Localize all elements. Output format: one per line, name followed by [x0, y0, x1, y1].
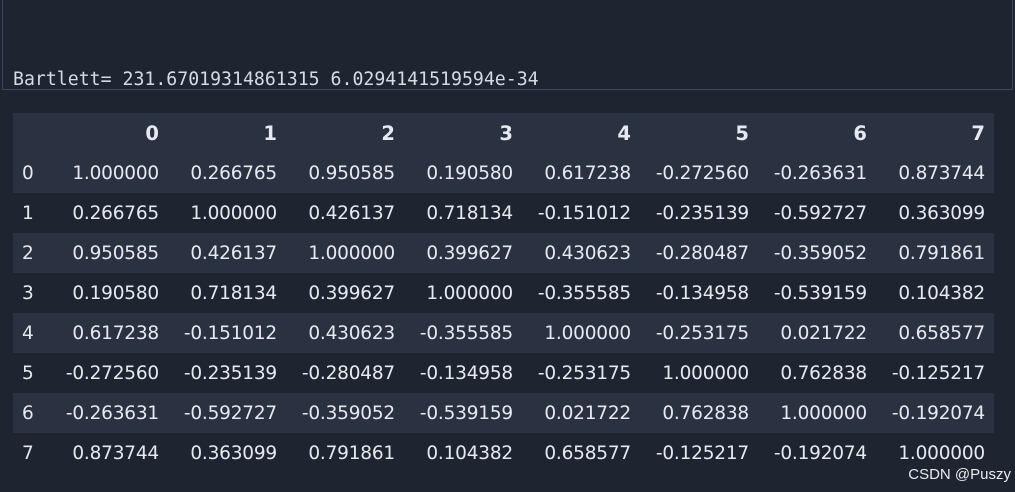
table-cell: 0.190580: [426, 162, 513, 184]
table-cell: 0.658577: [544, 442, 631, 464]
table-cell: 0.021722: [544, 402, 631, 424]
row-index: 4: [22, 322, 34, 344]
table-cell: 0.617238: [72, 322, 159, 344]
table-cell: 0.791861: [308, 442, 395, 464]
column-header: 4: [522, 113, 640, 153]
table-row: 6 -0.263631 -0.592727 -0.359052 -0.53915…: [13, 393, 994, 433]
column-header: 0: [50, 113, 168, 153]
table-cell: 0.426137: [190, 242, 277, 264]
table-cell: -0.192074: [891, 402, 985, 424]
bartlett-output-line: Bartlett= 231.67019314861315 6.029414151…: [13, 69, 539, 90]
table-cell: 1.000000: [780, 402, 867, 424]
table-cell: 0.399627: [426, 242, 513, 264]
row-index: 5: [22, 362, 34, 384]
table-cell: -0.359052: [773, 242, 867, 264]
table-row: 2 0.950585 0.426137 1.000000 0.399627 0.…: [13, 233, 994, 273]
table-cell: -0.125217: [891, 362, 985, 384]
table-cell: -0.539159: [419, 402, 513, 424]
table-cell: -0.272560: [655, 162, 749, 184]
console-output: Bartlett= 231.67019314861315 6.029414151…: [2, 0, 1013, 270]
table-cell: -0.134958: [655, 282, 749, 304]
row-index: 6: [22, 402, 34, 424]
table-cell: 1.000000: [72, 162, 159, 184]
table-cell: 0.399627: [308, 282, 395, 304]
table-row: 3 0.190580 0.718134 0.399627 1.000000 -0…: [13, 273, 994, 313]
table-cell: -0.192074: [773, 442, 867, 464]
table-cell: 0.718134: [190, 282, 277, 304]
table-cell: 0.873744: [898, 162, 985, 184]
table-cell: 1.000000: [544, 322, 631, 344]
column-header: 6: [758, 113, 876, 153]
table-cell: 0.426137: [308, 202, 395, 224]
row-index: 0: [22, 162, 34, 184]
row-index: 3: [22, 282, 34, 304]
table-cell: 0.762838: [662, 402, 749, 424]
table-cell: -0.253175: [537, 362, 631, 384]
table-cell: 0.658577: [898, 322, 985, 344]
table-cell: -0.235139: [183, 362, 277, 384]
table-cell: -0.592727: [183, 402, 277, 424]
table-cell: 1.000000: [190, 202, 277, 224]
table-cell: 0.430623: [308, 322, 395, 344]
row-index: 2: [22, 242, 34, 264]
table-cell: 0.104382: [426, 442, 513, 464]
table-cell: -0.272560: [65, 362, 159, 384]
table-cell: -0.263631: [65, 402, 159, 424]
table-cell: -0.253175: [655, 322, 749, 344]
table-row: 5 -0.272560 -0.235139 -0.280487 -0.13495…: [13, 353, 994, 393]
table-cell: -0.592727: [773, 202, 867, 224]
table-cell: -0.263631: [773, 162, 867, 184]
table-cell: -0.151012: [183, 322, 277, 344]
table-cell: 0.873744: [72, 442, 159, 464]
table-row: 7 0.873744 0.363099 0.791861 0.104382 0.…: [13, 433, 994, 473]
table-cell: -0.235139: [655, 202, 749, 224]
table-cell: -0.280487: [301, 362, 395, 384]
column-header: 1: [168, 113, 286, 153]
table-cell: -0.134958: [419, 362, 513, 384]
table-cell: -0.355585: [419, 322, 513, 344]
column-header: 3: [404, 113, 522, 153]
table-cell: 0.266765: [72, 202, 159, 224]
table-cell: 0.363099: [898, 202, 985, 224]
row-index: 1: [22, 202, 34, 224]
column-header: 5: [640, 113, 758, 153]
table-cell: 0.190580: [72, 282, 159, 304]
table-cell: -0.151012: [537, 202, 631, 224]
table-cell: 0.950585: [72, 242, 159, 264]
table-cell: 0.762838: [780, 362, 867, 384]
table-header-row: 0 1 2 3 4 5 6 7: [13, 113, 994, 153]
table-cell: -0.355585: [537, 282, 631, 304]
watermark: CSDN @Puszy: [908, 466, 1011, 483]
table-cell: -0.539159: [773, 282, 867, 304]
table-cell: 1.000000: [426, 282, 513, 304]
table-cell: 0.363099: [190, 442, 277, 464]
table-cell: -0.280487: [655, 242, 749, 264]
table-cell: 0.430623: [544, 242, 631, 264]
table-cell: 0.791861: [898, 242, 985, 264]
table-cell: 0.104382: [898, 282, 985, 304]
table-row: 0 1.000000 0.266765 0.950585 0.190580 0.…: [13, 153, 994, 193]
table-corner-cell: [13, 113, 50, 153]
table-cell: 0.718134: [426, 202, 513, 224]
table-cell: 0.950585: [308, 162, 395, 184]
table-cell: 0.617238: [544, 162, 631, 184]
column-header: 7: [876, 113, 994, 153]
column-header: 2: [286, 113, 404, 153]
table-cell: 0.021722: [780, 322, 867, 344]
table-row: 4 0.617238 -0.151012 0.430623 -0.355585 …: [13, 313, 994, 353]
row-index: 7: [22, 442, 34, 464]
table-cell: -0.359052: [301, 402, 395, 424]
table-row: 1 0.266765 1.000000 0.426137 0.718134 -0…: [13, 193, 994, 233]
table-cell: 0.266765: [190, 162, 277, 184]
table-cell: 1.000000: [662, 362, 749, 384]
correlation-table: 0 1 2 3 4 5 6 7 0 1.000000 0.266765 0.95…: [13, 113, 994, 473]
table-cell: -0.125217: [655, 442, 749, 464]
dataframe-output: 0 1 2 3 4 5 6 7 0 1.000000 0.266765 0.95…: [13, 113, 994, 473]
table-cell: 1.000000: [308, 242, 395, 264]
